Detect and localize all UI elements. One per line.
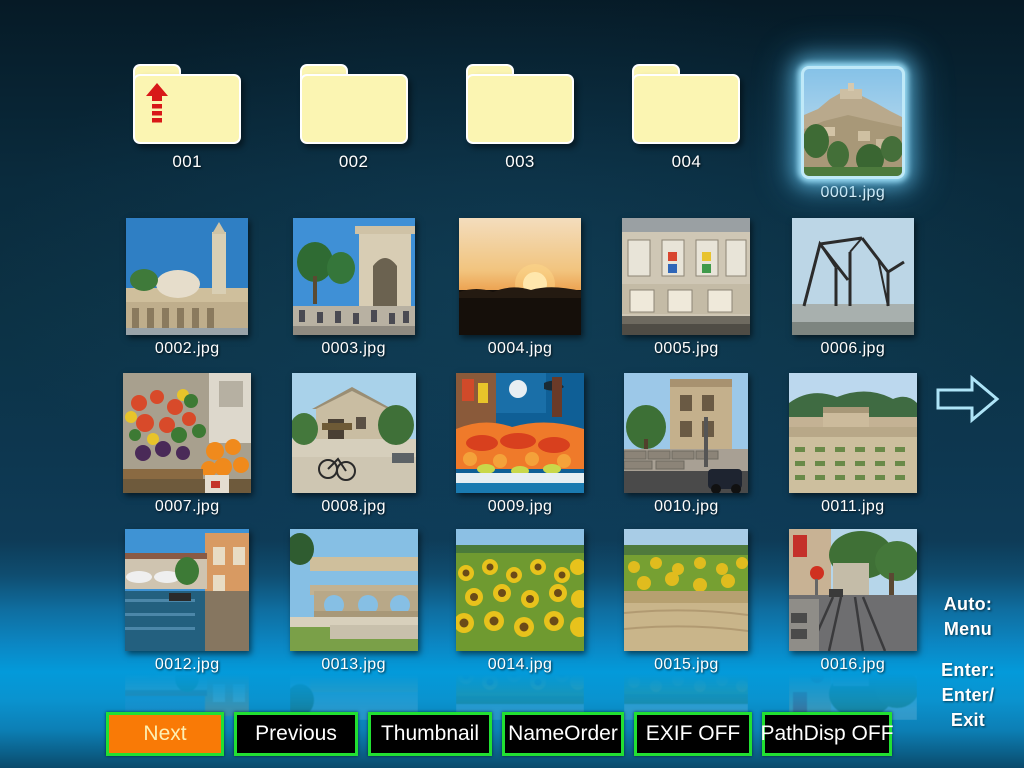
thumbnail-item[interactable]: 0003.jpg [270, 210, 436, 358]
folder-item-002[interactable]: 002 [270, 52, 436, 202]
thumbnail-item[interactable]: 0007.jpg [104, 368, 270, 516]
thumbnail-item[interactable]: 0010.jpg [603, 368, 769, 516]
thumbnail-image [456, 529, 585, 651]
auto-key-value: Menu [943, 619, 993, 639]
folder-label: 001 [172, 152, 202, 171]
folder-body [466, 74, 575, 144]
thumbnail-item[interactable]: 0014.jpg [437, 526, 603, 720]
thumbnail-item[interactable]: 0002.jpg [104, 210, 270, 358]
folder-body [632, 74, 741, 144]
folder-label: 004 [671, 152, 702, 171]
thumbnail-label: 0005.jpg [654, 340, 719, 357]
thumbnail-label: 0010.jpg [654, 498, 719, 515]
thumbnail-item[interactable]: 0016.jpg [770, 526, 936, 720]
up-arrow-icon [146, 83, 169, 123]
thumbnail-image [791, 218, 914, 335]
thumbnail-label: 0012.jpg [154, 656, 220, 673]
folder-label: 003 [505, 152, 535, 171]
thumbnail-label: 0002.jpg [154, 340, 220, 357]
button-bar: Next Previous Thumbnail NameOrder EXIF O… [106, 712, 894, 756]
thumbnail-item[interactable]: 0006.jpg [770, 210, 936, 358]
thumbnail-label: 0001.jpg [820, 184, 886, 201]
next-button[interactable]: Next [106, 712, 224, 756]
thumbnail-label: 0014.jpg [487, 656, 553, 673]
thumbnail-image [123, 373, 252, 493]
thumbnail-image [624, 529, 749, 651]
thumbnail-label: 0009.jpg [487, 498, 553, 515]
thumbnail-label: 0015.jpg [654, 656, 719, 673]
enter-key-value-line1: Enter/ [941, 685, 995, 705]
thumbnail-image [291, 373, 416, 493]
thumbnail-row-2: 0007.jpg 0008.jpg 0009.jpg 0010.jpg 0011… [104, 368, 936, 516]
thumbnail-item[interactable]: 0005.jpg [603, 210, 769, 358]
viewer-screen: 001 002 003 004 0001.jpg 0002.jpg 0003.j… [0, 0, 1024, 768]
thumbnail-item[interactable]: 0015.jpg [603, 526, 769, 720]
thumbnail-image [456, 373, 585, 493]
arrow-right-icon[interactable] [936, 372, 1000, 426]
auto-key-label: Auto: [943, 594, 993, 614]
thumbnail-row-3: 0012.jpg 0013.jpg 0014.jpg 0015.jpg 0016… [104, 526, 936, 720]
thumbnail-label: 0006.jpg [820, 340, 886, 357]
thumbnail-image [292, 218, 415, 335]
thumbnail-image [459, 218, 582, 335]
thumbnail-row-1: 0002.jpg 0003.jpg 0004.jpg 0005.jpg 0006… [104, 210, 936, 358]
thumbnail-label: 0003.jpg [321, 340, 386, 357]
enter-key-label: Enter: [941, 660, 995, 680]
enter-key-value-line2: Exit [950, 710, 986, 730]
thumbnail-label: 0013.jpg [321, 656, 386, 673]
pathdisp-toggle-button[interactable]: PathDisp OFF [760, 712, 894, 756]
previous-button[interactable]: Previous [234, 712, 358, 756]
thumbnail-item[interactable]: 0004.jpg [437, 210, 603, 358]
folder-body [299, 74, 408, 144]
thumbnail-image [289, 529, 418, 651]
nameorder-button[interactable]: NameOrder [502, 712, 624, 756]
thumbnail-item[interactable]: 0009.jpg [437, 368, 603, 516]
thumbnail-label: 0008.jpg [321, 498, 386, 515]
thumbnail-image [788, 373, 917, 493]
folder-item-004[interactable]: 004 [603, 52, 769, 202]
thumbnail-image [800, 66, 905, 179]
folder-label: 002 [338, 152, 369, 171]
thumbnail-button[interactable]: Thumbnail [368, 712, 492, 756]
exif-toggle-button[interactable]: EXIF OFF [634, 712, 752, 756]
folder-icon [466, 64, 575, 144]
thumbnail-image [126, 218, 249, 335]
thumbnail-label: 0011.jpg [821, 498, 885, 515]
folder-up-icon [133, 64, 242, 144]
thumbnail-image [788, 529, 917, 651]
thumbnail-image [125, 529, 250, 651]
thumbnail-image [624, 373, 749, 493]
thumbnail-item-selected[interactable]: 0001.jpg [770, 52, 936, 202]
thumbnail-label: 0007.jpg [154, 498, 220, 515]
thumbnail-item[interactable]: 0011.jpg [770, 368, 936, 516]
thumbnail-item[interactable]: 0008.jpg [270, 368, 436, 516]
help-spacer [916, 642, 1020, 658]
thumbnail-label: 0016.jpg [820, 656, 886, 673]
help-panel: Auto: Menu Enter: Enter/ Exit [916, 592, 1020, 733]
folder-icon [299, 64, 408, 144]
folder-item-003[interactable]: 003 [437, 52, 603, 202]
thumbnail-item[interactable]: 0013.jpg [270, 526, 436, 720]
folder-icon [632, 64, 741, 144]
thumbnail-label: 0004.jpg [487, 340, 553, 357]
thumbnail-item[interactable]: 0012.jpg [104, 526, 270, 720]
thumbnail-image [622, 218, 751, 335]
folder-item-001[interactable]: 001 [104, 52, 270, 202]
folder-row: 001 002 003 004 0001.jpg [104, 52, 936, 202]
